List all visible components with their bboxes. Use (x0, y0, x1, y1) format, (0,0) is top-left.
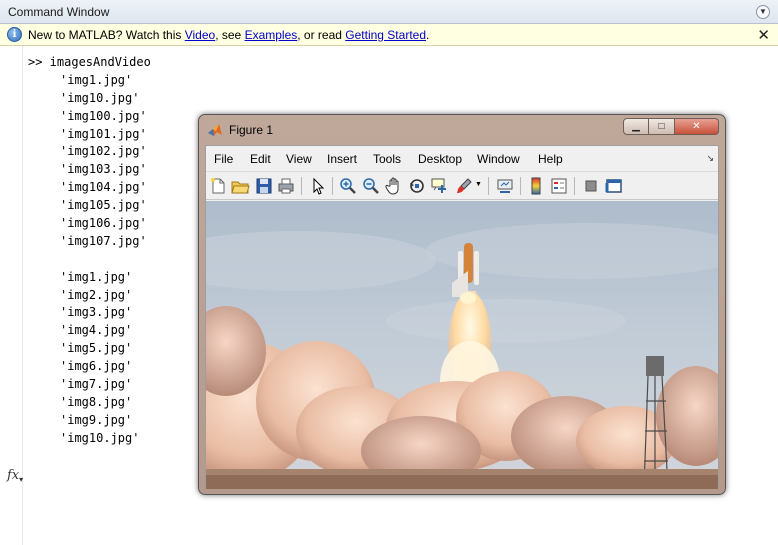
output-line: 'img101.jpg' (60, 126, 147, 141)
menu-insert[interactable]: Insert (327, 152, 357, 166)
save-icon[interactable] (254, 176, 274, 196)
open-file-icon[interactable] (230, 176, 250, 196)
zoom-in-icon[interactable] (338, 176, 358, 196)
output-line: 'img10.jpg' (60, 90, 140, 105)
info-bar-close-button[interactable]: ✕ (757, 26, 770, 44)
print-icon[interactable] (276, 176, 296, 196)
figure-title: Figure 1 (229, 123, 274, 137)
output-line: 'img104.jpg' (60, 180, 147, 195)
brush-dropdown-arrow-icon[interactable]: ▼ (475, 181, 482, 188)
figure-window[interactable]: Figure 1 ▁ □ ✕ File Edit View Insert Too… (198, 114, 726, 495)
pan-hand-icon[interactable] (384, 176, 404, 196)
link-plot-icon[interactable] (495, 176, 515, 196)
maximize-button[interactable]: □ (649, 118, 675, 135)
new-figure-icon[interactable] (208, 176, 228, 196)
figure-toolbar: ▼ (206, 172, 718, 200)
rotate-3d-icon[interactable] (407, 176, 427, 196)
zoom-out-icon[interactable] (361, 176, 381, 196)
output-line: 'img3.jpg' (60, 305, 133, 320)
toolbar-separator (488, 177, 489, 195)
info-suffix: . (426, 28, 430, 42)
menu-tools[interactable]: Tools (373, 152, 401, 166)
output-line: 'img106.jpg' (60, 216, 147, 231)
info-bar: i New to MATLAB? Watch this Video, see E… (0, 24, 778, 46)
output-line: 'img6.jpg' (60, 359, 133, 374)
output-line: 'img8.jpg' (60, 394, 133, 409)
info-mid2: , or read (297, 28, 346, 42)
matlab-logo-icon (208, 124, 222, 136)
console-output: >> imagesAndVideo 'img1.jpg' 'img10.jpg' '… (28, 54, 151, 448)
brush-icon[interactable] (454, 176, 474, 196)
toolbar-separator (332, 177, 333, 195)
menu-edit[interactable]: Edit (250, 152, 271, 166)
function-browser-icon[interactable]: fx▾ (7, 468, 23, 484)
legend-icon[interactable] (549, 176, 569, 196)
prompt-line: >> imagesAndVideo (28, 55, 151, 69)
command-gutter: fx▾ (0, 46, 23, 545)
output-line: 'img102.jpg' (60, 144, 147, 159)
toolbar-separator (301, 177, 302, 195)
figure-client-area: File Edit View Insert Tools Desktop Wind… (205, 145, 719, 489)
colorbar-icon[interactable] (526, 176, 546, 196)
window-controls: ▁ □ ✕ (623, 118, 719, 135)
toolbar-separator (574, 177, 575, 195)
info-icon: i (7, 27, 22, 42)
hide-plot-tools-icon[interactable] (581, 176, 601, 196)
menu-help[interactable]: Help (538, 152, 563, 166)
toolbar-separator (520, 177, 521, 195)
output-line: 'img105.jpg' (60, 198, 147, 213)
info-message: New to MATLAB? Watch this Video, see Exa… (28, 28, 429, 42)
output-line: 'img1.jpg' (60, 72, 133, 87)
menu-view[interactable]: View (286, 152, 312, 166)
command-window-actions-button[interactable]: ▼ (756, 5, 770, 19)
output-line: 'img7.jpg' (60, 377, 133, 392)
output-line: 'img103.jpg' (60, 162, 147, 177)
output-line: 'img4.jpg' (60, 323, 133, 338)
command-window-titlebar: Command Window ▼ (0, 0, 778, 24)
edit-plot-arrow-icon[interactable] (308, 176, 328, 196)
output-line: 'img2.jpg' (60, 287, 133, 302)
dock-arrow-icon[interactable]: ↘ (706, 153, 714, 164)
command-window-title: Command Window (8, 5, 110, 19)
output-line: 'img1.jpg' (60, 269, 133, 284)
minimize-button[interactable]: ▁ (623, 118, 649, 135)
examples-link[interactable]: Examples (245, 28, 298, 42)
video-link[interactable]: Video (185, 28, 215, 42)
output-line: 'img9.jpg' (60, 412, 133, 427)
figure-menubar: File Edit View Insert Tools Desktop Wind… (206, 146, 718, 172)
menu-file[interactable]: File (214, 152, 233, 166)
close-button[interactable]: ✕ (675, 118, 719, 135)
output-line: 'img5.jpg' (60, 341, 133, 356)
info-prefix: New to MATLAB? Watch this (28, 28, 185, 42)
output-line: 'img100.jpg' (60, 108, 147, 123)
menu-desktop[interactable]: Desktop (418, 152, 462, 166)
output-line: 'img107.jpg' (60, 233, 147, 248)
shuttle-launch-image (206, 201, 718, 489)
info-mid1: , see (215, 28, 245, 42)
menu-window[interactable]: Window (477, 152, 520, 166)
show-plot-tools-icon[interactable] (604, 176, 624, 196)
output-line: 'img10.jpg' (60, 430, 140, 445)
getting-started-link[interactable]: Getting Started (345, 28, 426, 42)
data-cursor-icon[interactable] (430, 176, 450, 196)
